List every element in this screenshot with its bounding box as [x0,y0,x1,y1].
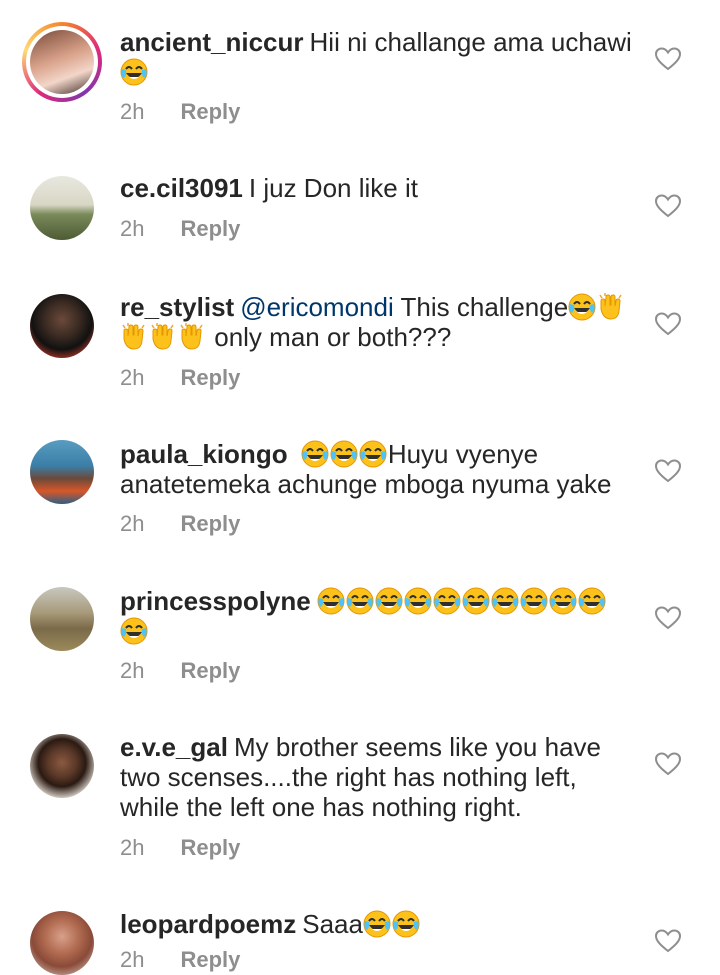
raising-hands-emoji-icon [178,323,206,351]
comment-body: I juz Don like it [248,173,418,203]
joy-emoji-icon [359,440,387,468]
joy-emoji-icon [462,587,490,615]
comment-text: princesspolyne [120,586,640,646]
reply-button[interactable]: Reply [180,216,240,241]
like-heart-icon[interactable] [655,459,681,483]
avatar[interactable] [30,440,94,504]
raising-hands-emoji-icon [149,323,177,351]
joy-emoji-icon [120,617,148,645]
joy-emoji-icon [346,587,374,615]
joy-emoji-icon [549,587,577,615]
comment-meta: 2h Reply [120,99,240,125]
joy-emoji-icon [578,587,606,615]
comment-text: ce.cil3091 I juz Don like it [120,173,640,203]
joy-emoji-icon [491,587,519,615]
mention-link[interactable]: @ericomondi [240,292,394,322]
comment-time: 2h [120,216,145,241]
avatar[interactable] [22,22,102,102]
comment-meta: 2h Reply [120,835,240,861]
avatar[interactable] [30,176,94,240]
comment-body-continued: only man or both??? [214,322,452,352]
comment-body: Huyu vyenye [387,439,539,469]
joy-emoji-icon [301,440,329,468]
comment-username[interactable]: paula_kiongo [120,439,288,469]
comment-username[interactable]: ce.cil3091 [120,173,243,203]
comment-username[interactable]: leopardpoemz [120,909,296,939]
comment-text: paula_kiongo Huyu vyenye anatetemeka ach… [120,439,640,499]
comment-meta: 2h Reply [120,658,240,684]
comment-username[interactable]: re_stylist [120,292,234,322]
comment-time: 2h [120,658,145,683]
comment-meta: 2h Reply [120,216,240,242]
joy-emoji-icon [392,910,420,938]
joy-emoji-icon [404,587,432,615]
comment-text: e.v.e_gal My brother seems like you have … [120,732,640,822]
avatar[interactable] [30,294,94,358]
comment-time: 2h [120,99,145,124]
joy-emoji-icon [520,587,548,615]
joy-emoji-icon [568,293,596,321]
comment-body-continued: two scenses....the right has nothing lef… [120,762,577,792]
comment-time: 2h [120,947,145,972]
like-heart-icon[interactable] [655,47,681,71]
comment-time: 2h [120,511,145,536]
comment-time: 2h [120,835,145,860]
comment-body: My brother seems like you have [233,732,601,762]
comment-text: re_stylist @ericomondi This challenge onl… [120,292,640,352]
comment-username[interactable]: princesspolyne [120,586,311,616]
avatar[interactable] [30,911,94,975]
raising-hands-emoji-icon [597,293,625,321]
comment-body: This challenge [400,292,569,322]
reply-button[interactable]: Reply [180,947,240,972]
reply-button[interactable]: Reply [180,365,240,390]
like-heart-icon[interactable] [655,606,681,630]
like-heart-icon[interactable] [655,929,681,953]
comment-text: ancient_niccur Hii ni challange ama uchaw… [120,27,640,87]
joy-emoji-icon [330,440,358,468]
comment-meta: 2h Reply [120,365,240,391]
joy-emoji-icon [433,587,461,615]
joy-emoji-icon [317,587,345,615]
comment-time: 2h [120,365,145,390]
like-heart-icon[interactable] [655,752,681,776]
avatar[interactable] [30,734,94,798]
comment-username[interactable]: e.v.e_gal [120,732,228,762]
reply-button[interactable]: Reply [180,835,240,860]
joy-emoji-icon [120,58,148,86]
comment-meta: 2h Reply [120,947,240,973]
reply-button[interactable]: Reply [180,99,240,124]
comment-text: leopardpoemz Saaa [120,909,640,939]
like-heart-icon[interactable] [655,194,681,218]
avatar[interactable] [30,587,94,651]
reply-button[interactable]: Reply [180,658,240,683]
raising-hands-emoji-icon [120,323,148,351]
comment-username[interactable]: ancient_niccur [120,27,304,57]
like-heart-icon[interactable] [655,312,681,336]
comment-body-continued: anatetemeka achunge mboga nyuma yake [120,469,612,499]
comment-meta: 2h Reply [120,511,240,537]
joy-emoji-icon [375,587,403,615]
comment-body: Saaa [302,909,363,939]
reply-button[interactable]: Reply [180,511,240,536]
joy-emoji-icon [363,910,391,938]
comment-body: Hii ni challange ama uchawi [309,27,632,57]
comment-body-continued: while the left one has nothing right. [120,792,522,822]
